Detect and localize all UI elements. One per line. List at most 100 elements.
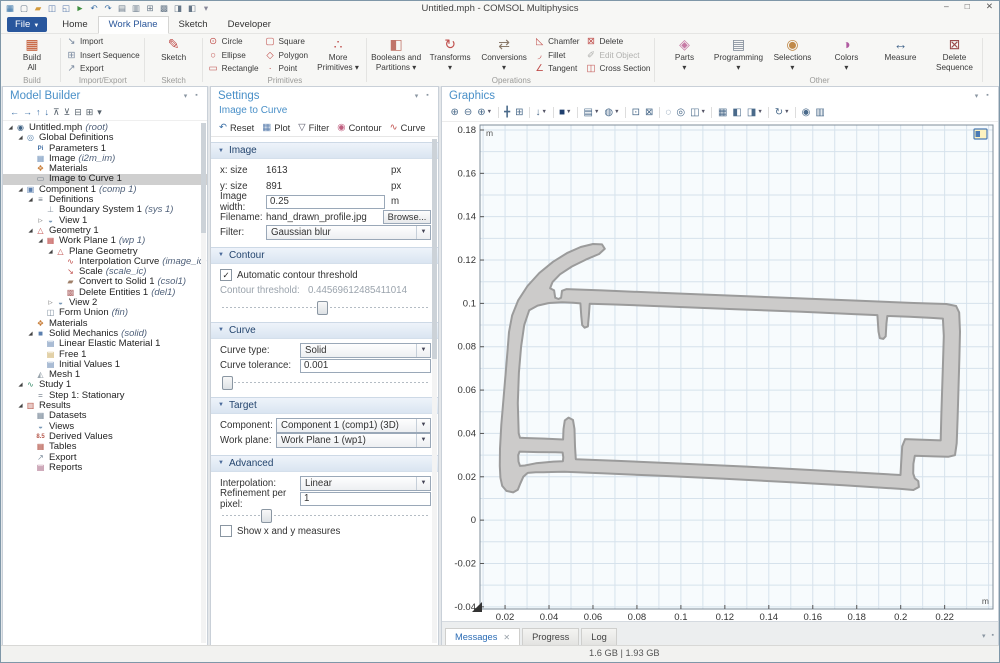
- contour-threshold-slider[interactable]: [222, 300, 429, 315]
- close-button[interactable]: ✕Close: [985, 35, 1000, 63]
- go-to-default-view-icon[interactable]: ↓▼: [533, 105, 549, 120]
- tree-node-view-1[interactable]: ▷◒View 1: [3, 216, 207, 226]
- hide-objects-icon[interactable]: ◌: [663, 105, 674, 120]
- new-file-icon[interactable]: ▢: [18, 2, 30, 15]
- image-snapshot-icon[interactable]: ▤▼: [581, 105, 602, 120]
- circle-button[interactable]: ⊙Circle: [205, 35, 262, 49]
- copy-icon[interactable]: ▤: [116, 2, 128, 15]
- tabs-menu-icon[interactable]: ▾: [982, 632, 986, 640]
- move-up-icon[interactable]: ↑: [36, 105, 41, 119]
- grid-icon[interactable]: ▦: [715, 105, 729, 120]
- tree-node-initial-values-1[interactable]: ▤Initial Values 1: [3, 360, 207, 370]
- collapse-all-icon[interactable]: ⊼: [53, 105, 60, 119]
- colors-button[interactable]: ◑Colors▾: [819, 35, 873, 72]
- tree-node-linear-elastic-material-1[interactable]: ▤Linear Elastic Material 1: [3, 339, 207, 349]
- plot-area[interactable]: 0.020.040.060.080.10.120.140.160.180.20.…: [442, 122, 998, 620]
- run-icon[interactable]: ►: [74, 2, 86, 15]
- curve-button[interactable]: ∿Curve: [390, 122, 426, 133]
- panel-detach-icon[interactable]: ▪: [982, 92, 993, 99]
- reset-button[interactable]: ↶Reset: [219, 122, 254, 133]
- save-icon[interactable]: ◫: [46, 2, 58, 15]
- tree-node-reports[interactable]: ▤Reports: [3, 463, 207, 473]
- settings-scrollbar[interactable]: [432, 139, 437, 643]
- show-objects-icon[interactable]: ◎: [674, 105, 688, 120]
- cross-section-button[interactable]: ◫Cross Section: [583, 62, 654, 76]
- paste-icon[interactable]: ▥: [130, 2, 142, 15]
- ellipse-button[interactable]: ○Ellipse: [205, 49, 262, 63]
- model-library-icon[interactable]: ◨: [172, 2, 184, 15]
- tree-node-step-1-stationary[interactable]: =Step 1: Stationary: [3, 391, 207, 401]
- minimize-button[interactable]: –: [944, 1, 949, 12]
- tabs-detach-icon[interactable]: ▪: [992, 632, 994, 640]
- refinement-slider[interactable]: [222, 508, 429, 523]
- more-primitives-button[interactable]: ∴MorePrimitives ▾: [311, 35, 365, 72]
- duplicate-icon[interactable]: ⊞: [144, 2, 156, 15]
- curve-tolerance-input[interactable]: 0.001: [300, 359, 431, 373]
- zoom-extents-icon[interactable]: ⊞: [513, 105, 526, 120]
- delete-sequence-button[interactable]: ⊠DeleteSequence: [927, 35, 981, 72]
- point-button[interactable]: ∙Point: [262, 62, 312, 76]
- pan-icon[interactable]: ╋: [502, 105, 513, 120]
- delete-icon[interactable]: ▩: [158, 2, 170, 15]
- tangent-button[interactable]: ∠Tangent: [531, 62, 582, 76]
- zoom-mode-icon[interactable]: ⊕▼: [475, 105, 495, 120]
- tree-node-export[interactable]: ↗Export: [3, 453, 207, 463]
- tab-sketch[interactable]: Sketch: [169, 17, 218, 33]
- show-grouping-icon[interactable]: ⊟: [74, 105, 82, 119]
- move-down-icon[interactable]: ↓: [45, 105, 50, 119]
- tab-developer[interactable]: Developer: [218, 17, 281, 33]
- import-button[interactable]: ↘Import: [63, 35, 143, 49]
- export-button[interactable]: ↗Export: [63, 62, 143, 76]
- tree-node-tables[interactable]: ▦Tables: [3, 442, 207, 452]
- panel-menu-icon[interactable]: ▾: [971, 92, 982, 100]
- tree-node-datasets[interactable]: ▦Datasets: [3, 411, 207, 421]
- file-menu-button[interactable]: File▼: [7, 17, 47, 32]
- tree-node-interpolation-curve[interactable]: ∿Interpolation Curve(image_ic): [3, 257, 207, 267]
- tree-expander-icon[interactable]: ▷: [46, 298, 55, 308]
- insert-sequence-button[interactable]: ⊞Insert Sequence: [63, 49, 143, 63]
- tree-node-component-1[interactable]: ◢▣Component 1(comp 1): [3, 185, 207, 195]
- open-file-icon[interactable]: ▰: [32, 2, 44, 15]
- conversions-button[interactable]: ⇄Conversions▾: [477, 35, 531, 72]
- scene-light-icon[interactable]: ◍▼: [602, 105, 622, 120]
- transparency-icon[interactable]: ◨▼: [744, 105, 765, 120]
- interpolation-select[interactable]: Linear ▼: [300, 476, 431, 491]
- app-icon[interactable]: ▦: [4, 2, 16, 15]
- tree-expander-icon[interactable]: ◢: [26, 226, 35, 236]
- snapshot-icon[interactable]: ◉: [799, 105, 813, 120]
- tree-node-results[interactable]: ◢▥Results: [3, 401, 207, 411]
- square-button[interactable]: ▢Square: [262, 35, 312, 49]
- panel-detach-icon[interactable]: ▪: [422, 92, 433, 99]
- tree-expander-icon[interactable]: ◢: [16, 133, 25, 143]
- back-icon[interactable]: ←: [10, 105, 19, 119]
- model-tree-options-icon[interactable]: ⊞: [86, 105, 94, 119]
- deselect-box-icon[interactable]: ⊠: [642, 105, 655, 120]
- print-icon[interactable]: ▥: [813, 105, 827, 120]
- orientation-icon[interactable]: ◧: [730, 105, 744, 120]
- refinement-input[interactable]: 1: [300, 492, 431, 506]
- measure-button[interactable]: ↔Measure: [873, 35, 927, 63]
- section-target-header[interactable]: ▼ Target: [211, 397, 438, 414]
- curve-tolerance-slider[interactable]: [222, 375, 429, 390]
- fillet-button[interactable]: ◞Fillet: [531, 49, 582, 63]
- work-plane-select[interactable]: Work Plane 1 (wp1) ▼: [276, 433, 431, 448]
- section-curve-header[interactable]: ▼ Curve: [211, 322, 438, 339]
- tab-log[interactable]: Log: [581, 628, 617, 645]
- tree-expander-icon[interactable]: ◢: [26, 195, 35, 205]
- tree-expander-icon[interactable]: ◢: [16, 380, 25, 390]
- slider-handle[interactable]: [222, 376, 233, 390]
- curve-type-select[interactable]: Solid ▼: [300, 343, 431, 358]
- zoom-out-icon[interactable]: ⊖: [461, 105, 474, 120]
- close-window-button[interactable]: ✕: [986, 1, 993, 12]
- panel-menu-icon[interactable]: ▾: [411, 92, 422, 100]
- panel-detach-icon[interactable]: ▪: [191, 92, 202, 99]
- component-select[interactable]: Component 1 (comp1) (3D) ▼: [276, 418, 431, 433]
- redo-icon[interactable]: ↷: [102, 2, 114, 15]
- tree-node-delete-entities-1[interactable]: ▩Delete Entities 1(del1): [3, 288, 207, 298]
- scene-color-icon[interactable]: ■▼: [557, 105, 575, 120]
- tree-node-image[interactable]: ▦Image(i2m_im): [3, 154, 207, 164]
- tree-node-derived-values[interactable]: 8.5Derived Values: [3, 432, 207, 442]
- close-icon[interactable]: ✕: [503, 633, 510, 642]
- view-options-icon[interactable]: ◫▼: [688, 105, 709, 120]
- tree-expander-icon[interactable]: ◢: [16, 185, 25, 195]
